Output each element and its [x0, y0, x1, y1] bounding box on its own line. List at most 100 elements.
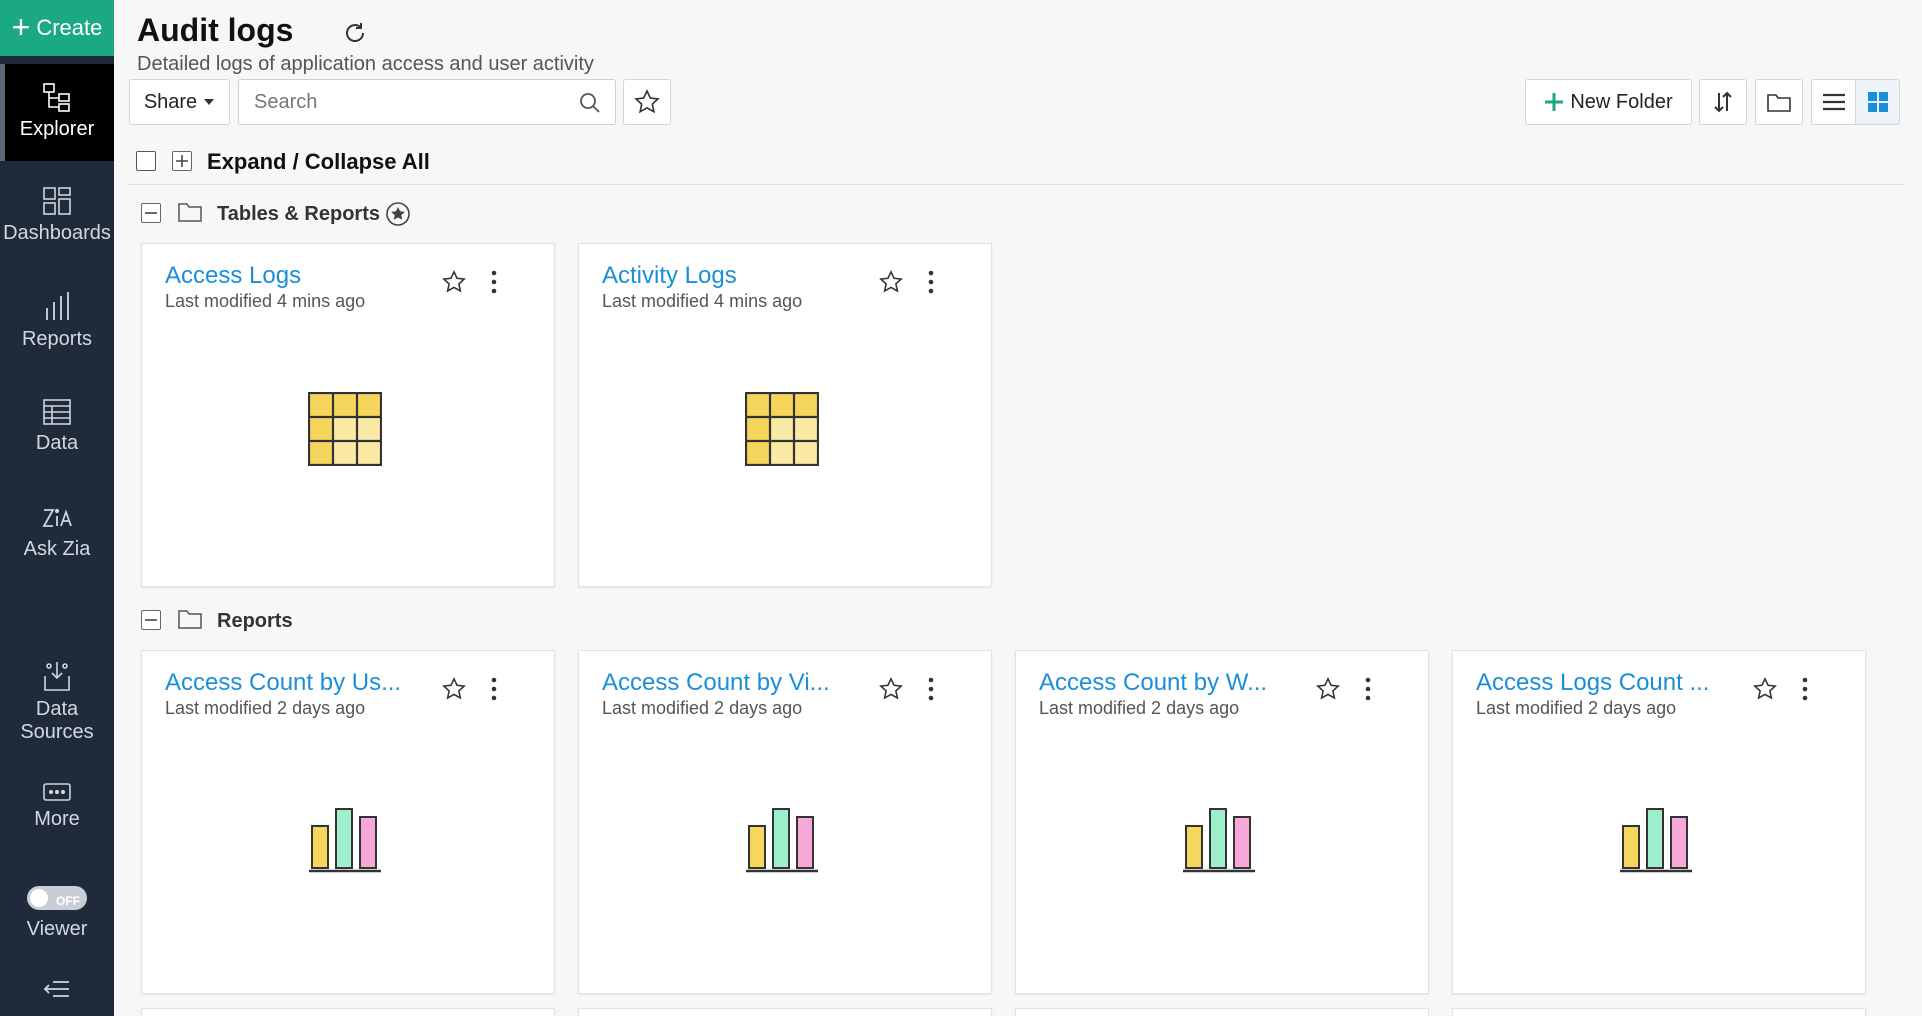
star-icon[interactable] [879, 270, 903, 294]
collapse-menu-icon [43, 981, 69, 997]
sidebar-item-viewer[interactable]: OFF Viewer [0, 886, 114, 941]
folder-icon [178, 610, 202, 629]
folder-icon [178, 203, 202, 222]
more-options-icon[interactable] [490, 677, 498, 701]
sort-icon [1714, 91, 1732, 113]
folder-icon [1767, 94, 1791, 112]
zia-icon [42, 508, 72, 527]
card-title[interactable]: Access Count by Vi... [602, 669, 830, 697]
sidebar: + Create Explorer Dashboards Reports Dat… [0, 0, 114, 1016]
bar-chart-thumbnail-icon [1620, 808, 1692, 873]
report-card[interactable]: Access Logs Last modified 4 mins ago [141, 243, 555, 587]
share-label: Share [143, 90, 198, 113]
expand-collapse-all[interactable]: Expand / Collapse All [207, 149, 430, 175]
card-modified: Last modified 2 days ago [1039, 698, 1240, 718]
collapse-sidebar-button[interactable] [0, 980, 114, 1004]
sidebar-item-more[interactable]: More [0, 782, 114, 831]
star-icon [634, 89, 660, 114]
star-icon[interactable] [879, 677, 903, 701]
sidebar-item-label: Data [35, 432, 79, 454]
plus-icon [1545, 93, 1564, 111]
star-icon[interactable] [1316, 677, 1340, 701]
caret-down-icon [204, 99, 215, 105]
viewer-toggle[interactable]: OFF [27, 886, 87, 910]
refresh-button[interactable] [342, 20, 368, 51]
share-button[interactable]: Share [129, 79, 230, 125]
create-label: Create [36, 15, 103, 40]
report-card[interactable]: Access Count by W... Last modified 2 day… [1015, 650, 1429, 994]
list-view-button[interactable] [1811, 79, 1856, 125]
sidebar-item-ask-zia[interactable]: Ask Zia [0, 506, 114, 561]
sidebar-item-label: Viewer [26, 918, 88, 940]
more-icon [43, 783, 71, 801]
card-modified: Last modified 4 mins ago [165, 291, 366, 311]
collapse-group-button[interactable] [141, 203, 161, 223]
card-title[interactable]: Access Count by W... [1039, 669, 1267, 697]
more-options-icon[interactable] [490, 270, 498, 294]
report-card[interactable] [141, 1008, 555, 1016]
more-options-icon[interactable] [1364, 677, 1372, 701]
card-modified: Last modified 4 mins ago [602, 291, 803, 311]
toggle-state: OFF [56, 894, 80, 908]
grid-icon [1867, 92, 1888, 112]
report-card[interactable]: Access Count by Vi... Last modified 2 da… [578, 650, 992, 994]
sidebar-item-dashboards[interactable]: Dashboards [0, 186, 114, 245]
more-options-icon[interactable] [1801, 677, 1809, 701]
new-folder-button[interactable]: New Folder [1525, 79, 1692, 125]
sidebar-item-label: Data Sources [20, 698, 94, 743]
sidebar-item-label: Explorer [19, 118, 95, 140]
create-button[interactable]: + Create [0, 0, 114, 56]
list-icon [1822, 93, 1845, 111]
report-card[interactable] [1452, 1008, 1866, 1016]
more-options-icon[interactable] [927, 677, 935, 701]
minus-icon [145, 212, 157, 214]
report-card[interactable]: Access Logs Count ... Last modified 2 da… [1452, 650, 1866, 994]
bar-chart-thumbnail-icon [309, 808, 381, 873]
card-title[interactable]: Access Count by Us... [165, 669, 401, 697]
report-card[interactable] [1015, 1008, 1429, 1016]
table-thumbnail-icon [745, 392, 819, 466]
card-modified: Last modified 2 days ago [165, 698, 366, 718]
sidebar-item-label: Dashboards [3, 222, 111, 244]
table-thumbnail-icon [308, 392, 382, 466]
collapse-group-button[interactable] [141, 610, 161, 630]
page-subtitle: Detailed logs of application access and … [137, 53, 594, 75]
plus-icon [176, 155, 188, 167]
favorite-badge-icon [386, 202, 410, 226]
select-all-checkbox[interactable] [136, 151, 156, 171]
reports-icon [46, 292, 69, 320]
card-title[interactable]: Activity Logs [602, 262, 737, 290]
star-icon[interactable] [442, 677, 466, 701]
star-icon[interactable] [1753, 677, 1777, 701]
new-folder-label: New Folder [1570, 90, 1673, 113]
sidebar-item-reports[interactable]: Reports [0, 290, 114, 351]
group-title: Tables & Reports [217, 203, 380, 225]
expand-all-button[interactable] [172, 151, 192, 171]
card-title[interactable]: Access Logs Count ... [1476, 669, 1709, 697]
sort-button[interactable] [1699, 79, 1747, 125]
favorites-button[interactable] [623, 79, 671, 125]
card-title[interactable]: Access Logs [165, 262, 301, 290]
search-input[interactable] [239, 80, 559, 124]
sidebar-item-label: Ask Zia [23, 538, 91, 560]
report-card[interactable] [578, 1008, 992, 1016]
search-box [238, 79, 616, 125]
sidebar-item-label: Reports [21, 328, 93, 350]
sidebar-item-label: More [34, 808, 80, 830]
bar-chart-thumbnail-icon [746, 808, 818, 873]
sidebar-item-data-sources[interactable]: Data Sources [0, 660, 114, 744]
refresh-icon [346, 23, 365, 42]
bar-chart-thumbnail-icon [1183, 808, 1255, 873]
plus-icon: + [11, 8, 31, 45]
grid-view-button[interactable] [1855, 79, 1900, 125]
folder-view-button[interactable] [1755, 79, 1803, 125]
star-icon[interactable] [442, 270, 466, 294]
search-icon[interactable] [579, 92, 601, 114]
sidebar-item-explorer[interactable]: Explorer [0, 64, 114, 161]
card-modified: Last modified 2 days ago [602, 698, 803, 718]
sidebar-item-data[interactable]: Data [0, 398, 114, 455]
report-card[interactable]: Activity Logs Last modified 4 mins ago [578, 243, 992, 587]
explorer-tree-icon [43, 83, 70, 112]
more-options-icon[interactable] [927, 270, 935, 294]
report-card[interactable]: Access Count by Us... Last modified 2 da… [141, 650, 555, 994]
